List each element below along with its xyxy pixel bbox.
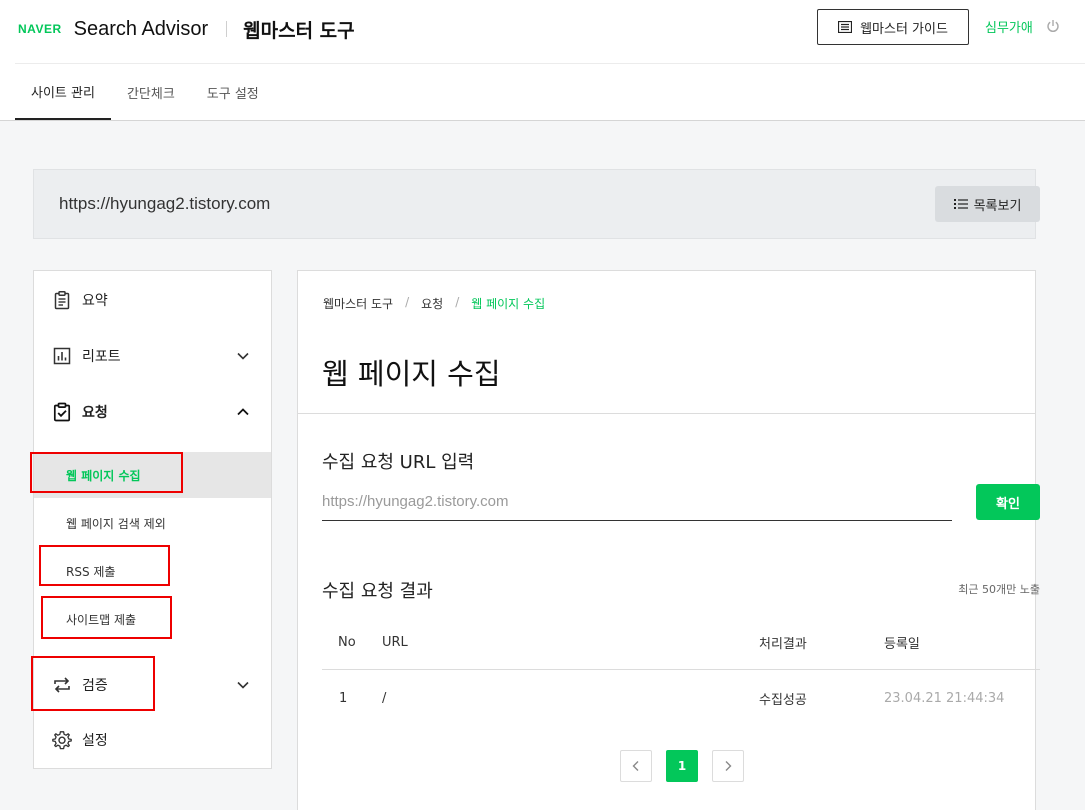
sidebar-subitem-web-page-collect[interactable]: 웹 페이지 수집	[34, 452, 271, 498]
collect-url-input[interactable]	[322, 483, 952, 521]
site-bar: https://hyungag2.tistory.com 목록보기	[33, 169, 1040, 239]
pagination: 1	[620, 750, 758, 782]
webmaster-guide-button[interactable]: 웹마스터 가이드	[817, 9, 969, 45]
top-header: NAVER Search Advisor 웹마스터 도구 웹마스터 가이드 심무…	[0, 0, 1085, 121]
tab-site-management[interactable]: 사이트 관리	[15, 64, 111, 120]
list-icon	[953, 199, 968, 209]
brand-divider	[226, 21, 228, 37]
list-view-button[interactable]: 목록보기	[935, 186, 1040, 222]
power-icon[interactable]	[1046, 19, 1060, 33]
column-header-url: URL	[382, 634, 408, 650]
sidebar-item-settings[interactable]: 설정	[34, 712, 271, 768]
prev-page-button[interactable]	[620, 750, 652, 782]
result-note: 최근 50개만 노출	[958, 583, 1040, 596]
sidebar-subitem-rss-submit[interactable]: RSS 제출	[34, 548, 271, 594]
column-header-no: No	[338, 634, 356, 650]
sidebar-item-label: 리포트	[82, 349, 121, 365]
user-name[interactable]: 심무가애	[985, 17, 1033, 36]
cell-url[interactable]: /	[382, 670, 386, 726]
page-title: 웹 페이지 수집	[322, 357, 501, 391]
swap-arrows-icon	[54, 677, 70, 693]
sidebar-subitem-sitemap-submit[interactable]: 사이트맵 제출	[34, 596, 271, 642]
sidebar-item-verify[interactable]: 검증	[34, 657, 271, 713]
site-url: https://hyungag2.tistory.com	[59, 194, 271, 213]
naver-logo[interactable]: NAVER	[18, 22, 62, 36]
sidebar-item-request[interactable]: 요청	[34, 384, 271, 440]
confirm-button[interactable]: 확인	[976, 484, 1040, 520]
section-title[interactable]: 웹마스터 도구	[243, 16, 355, 43]
app-title[interactable]: Search Advisor	[74, 18, 209, 41]
breadcrumb: 웹마스터 도구 / 요청 / 웹 페이지 수집	[323, 295, 545, 312]
result-table: No URL 처리결과 등록일 1 / 수집성공 23.04.21 21:44:…	[322, 614, 1040, 726]
cell-no: 1	[339, 690, 348, 706]
breadcrumb-item[interactable]: 요청	[421, 295, 443, 312]
column-header-date: 등록일	[884, 636, 920, 652]
result-section-title: 수집 요청 결과	[322, 581, 433, 602]
webmaster-guide-label: 웹마스터 가이드	[860, 21, 948, 37]
next-page-button[interactable]	[712, 750, 744, 782]
sidebar-item-label: 검증	[82, 678, 108, 694]
tab-tool-settings[interactable]: 도구 설정	[191, 64, 275, 120]
main-content: 웹마스터 도구 / 요청 / 웹 페이지 수집 웹 페이지 수집 수집 요청 U…	[297, 270, 1040, 810]
table-row: 1 / 수집성공 23.04.21 21:44:34	[322, 670, 1040, 726]
clipboard-icon	[54, 291, 70, 310]
brand[interactable]: NAVER Search Advisor 웹마스터 도구	[18, 14, 355, 44]
sidebar: 요약 리포트 요청 웹 페이지 수집 웹 페이지 검색 제외 RSS 제출 사이…	[33, 270, 272, 769]
sidebar-subitem-web-page-exclude[interactable]: 웹 페이지 검색 제외	[34, 500, 271, 546]
url-input-section-title: 수집 요청 URL 입력	[322, 452, 475, 473]
sidebar-item-label: 설정	[82, 733, 108, 749]
column-header-status: 처리결과	[759, 636, 807, 652]
book-icon	[838, 21, 853, 33]
chevron-up-icon	[237, 408, 249, 416]
list-view-label: 목록보기	[973, 198, 1022, 214]
sidebar-item-label: 요청	[82, 405, 108, 421]
breadcrumb-separator: /	[405, 295, 410, 309]
chevron-left-icon	[632, 761, 639, 771]
chevron-down-icon	[237, 681, 249, 689]
chevron-right-icon	[725, 761, 732, 771]
sidebar-item-summary[interactable]: 요약	[34, 272, 271, 328]
cell-status: 수집성공	[759, 692, 807, 708]
breadcrumb-separator: /	[455, 295, 460, 309]
sidebar-item-report[interactable]: 리포트	[34, 328, 271, 384]
cell-date: 23.04.21 21:44:34	[884, 690, 1005, 706]
table-header-row: No URL 처리결과 등록일	[322, 614, 1040, 670]
tab-quick-check[interactable]: 간단체크	[111, 64, 191, 120]
sidebar-item-label: 요약	[82, 293, 108, 309]
page-button-current[interactable]: 1	[666, 750, 698, 782]
bar-chart-icon	[53, 347, 71, 365]
breadcrumb-current: 웹 페이지 수집	[471, 297, 546, 311]
clipboard-check-icon	[53, 402, 71, 422]
title-divider	[298, 413, 1035, 414]
chevron-down-icon	[237, 352, 249, 360]
gear-icon	[52, 731, 72, 750]
breadcrumb-item[interactable]: 웹마스터 도구	[323, 295, 393, 312]
main-tabs: 사이트 관리 간단체크 도구 설정	[15, 64, 275, 120]
